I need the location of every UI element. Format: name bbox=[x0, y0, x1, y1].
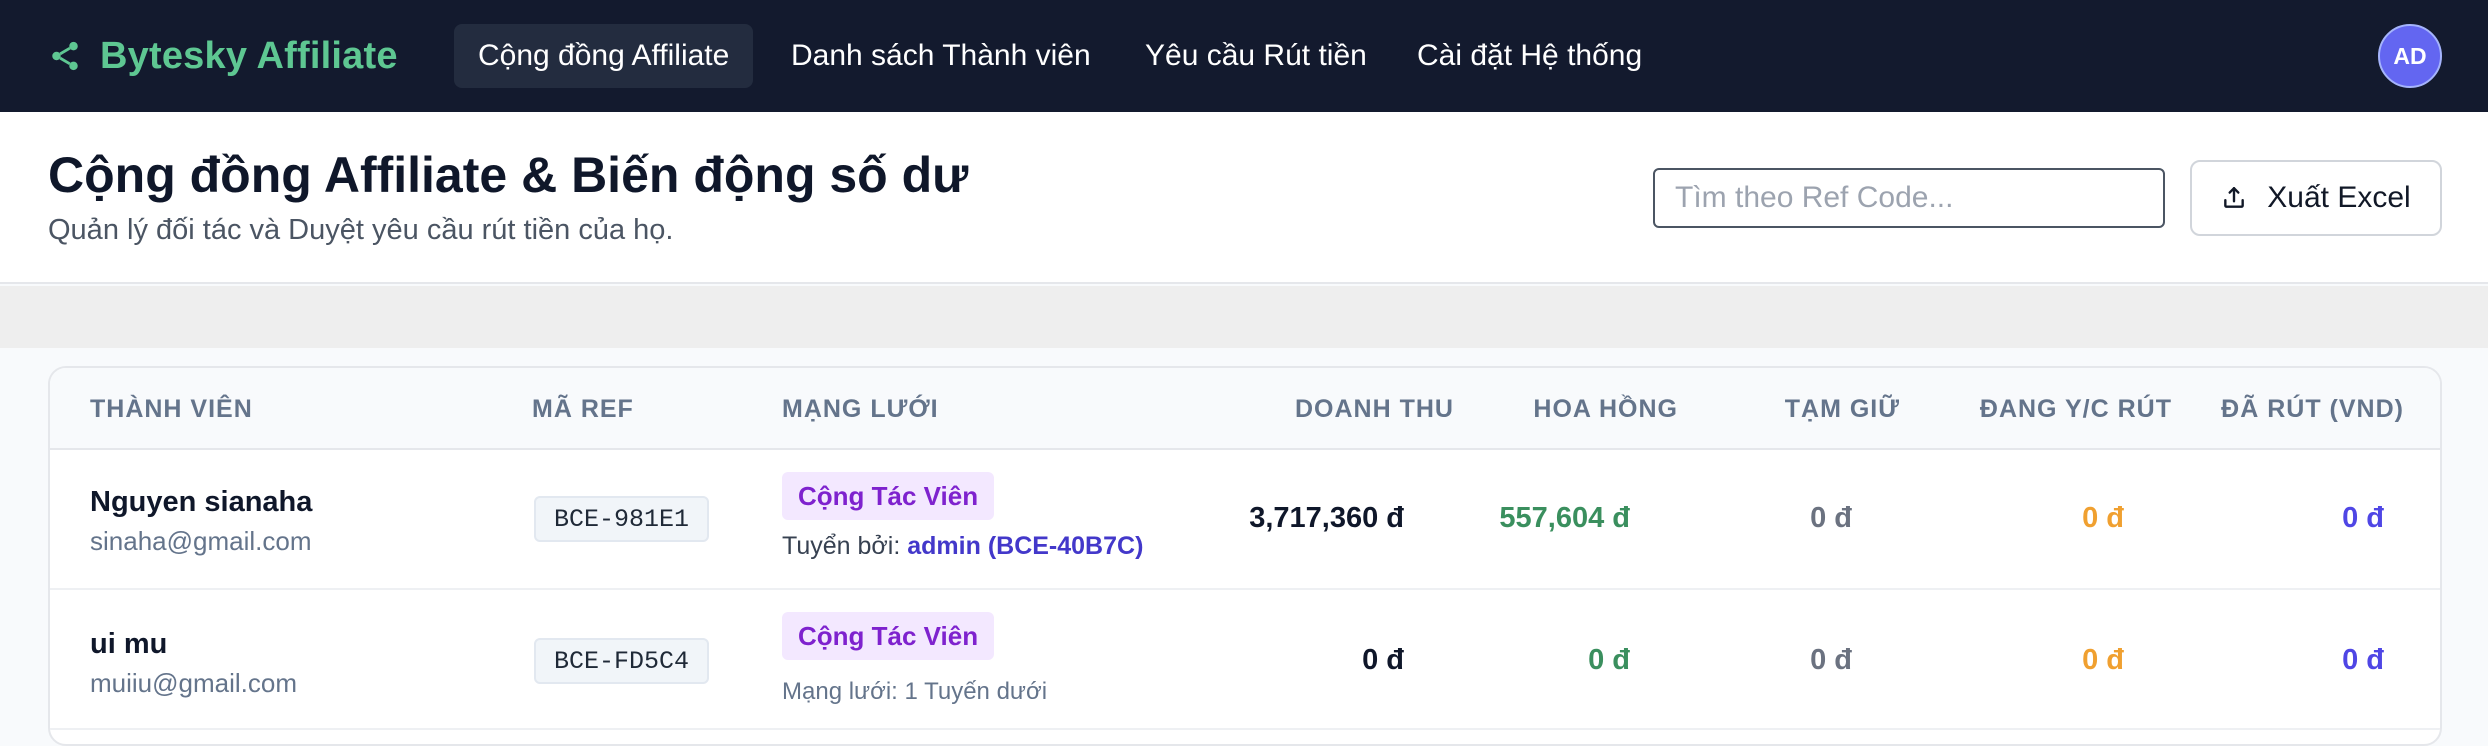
column-header-network: MẠNG LƯỚI bbox=[782, 394, 939, 423]
recruited-by-label: Tuyển bởi: bbox=[782, 532, 908, 560]
upload-icon bbox=[2224, 187, 2245, 208]
network-info: Mạng lưới: 1 Tuyến dưới bbox=[782, 678, 1048, 705]
table-row[interactable]: Nguyen sianaha sinaha@gmail.com BCE-981E… bbox=[50, 450, 2440, 590]
column-header-ref: MÃ REF bbox=[532, 394, 634, 423]
commission-value: 0 đ bbox=[1588, 644, 1630, 676]
member-name: Nguyen sianaha bbox=[90, 486, 313, 518]
avatar[interactable]: AD bbox=[2378, 24, 2442, 88]
commission-value: 557,604 đ bbox=[1499, 502, 1630, 534]
column-header-withdrawn: ĐÃ RÚT (VND) bbox=[2221, 394, 2404, 423]
role-badge: Cộng Tác Viên bbox=[782, 612, 995, 660]
held-value: 0 đ bbox=[1810, 644, 1852, 676]
column-header-member: THÀNH VIÊN bbox=[90, 394, 253, 423]
member-name: ui mu bbox=[90, 628, 168, 660]
recruiter-link[interactable]: admin (BCE-40B7C) bbox=[907, 532, 1143, 560]
column-header-pending-withdraw: ĐANG Y/C RÚT bbox=[1979, 394, 2172, 423]
member-email: muiiu@gmail.com bbox=[90, 668, 297, 698]
share-icon bbox=[52, 41, 78, 71]
revenue-value: 0 đ bbox=[1362, 644, 1404, 676]
tab-yeu-cau-rut-tien[interactable]: Yêu cầu Rút tiền bbox=[1121, 24, 1391, 88]
role-badge: Cộng Tác Viên bbox=[782, 472, 995, 520]
tab-cai-dat-he-thong[interactable]: Cài đặt Hệ thống bbox=[1393, 24, 1666, 88]
brand[interactable]: Bytesky Affiliate bbox=[48, 30, 398, 82]
tab-cong-dong-affiliate[interactable]: Cộng đồng Affiliate bbox=[454, 24, 754, 88]
table-row[interactable]: ui mu muiiu@gmail.com BCE-FD5C4 Cộng Tác… bbox=[50, 590, 2440, 730]
held-value: 0 đ bbox=[1810, 502, 1852, 534]
pending-withdraw-value: 0 đ bbox=[2082, 644, 2124, 676]
page-subtitle: Quản lý đối tác và Duyệt yêu cầu rút tiề… bbox=[48, 214, 674, 246]
network-info: Tuyển bởi: admin (BCE-40B7C) bbox=[782, 532, 1143, 561]
brand-name: Bytesky Affiliate bbox=[100, 34, 398, 77]
ref-code: BCE-981E1 bbox=[534, 496, 710, 542]
revenue-value: 3,717,360 đ bbox=[1249, 502, 1404, 534]
top-navbar: Bytesky Affiliate Cộng đồng Affiliate Da… bbox=[0, 0, 2488, 112]
column-header-held: TẠM GIỮ bbox=[1784, 394, 1900, 423]
section-divider bbox=[0, 286, 2488, 348]
column-header-commission: HOA HỒNG bbox=[1533, 394, 1678, 423]
export-excel-label: Xuất Excel bbox=[2267, 181, 2411, 214]
withdrawn-value: 0 đ bbox=[2342, 502, 2384, 534]
member-email: sinaha@gmail.com bbox=[90, 526, 312, 556]
column-header-revenue: DOANH THU bbox=[1295, 394, 1454, 423]
export-excel-button[interactable]: Xuất Excel bbox=[2190, 160, 2442, 236]
affiliate-table: THÀNH VIÊN MÃ REF MẠNG LƯỚI DOANH THU HO… bbox=[48, 366, 2442, 746]
tab-danh-sach-thanh-vien[interactable]: Danh sách Thành viên bbox=[767, 24, 1115, 88]
page-header: Cộng đồng Affiliate & Biến động số dư Qu… bbox=[0, 112, 2488, 284]
withdrawn-value: 0 đ bbox=[2342, 644, 2384, 676]
page-title: Cộng đồng Affiliate & Biến động số dư bbox=[48, 147, 969, 203]
ref-code: BCE-FD5C4 bbox=[534, 638, 710, 684]
pending-withdraw-value: 0 đ bbox=[2082, 502, 2124, 534]
table-header: THÀNH VIÊN MÃ REF MẠNG LƯỚI DOANH THU HO… bbox=[50, 368, 2440, 450]
ref-code-search-input[interactable] bbox=[1653, 168, 2165, 228]
